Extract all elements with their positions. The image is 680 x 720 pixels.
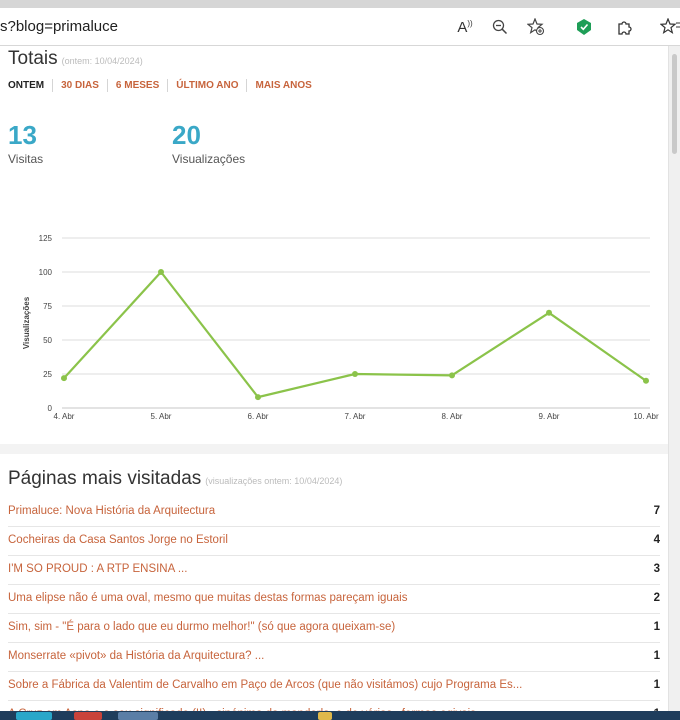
- top-page-row: I'M SO PROUD : A RTP ENSINA ... 3: [8, 556, 660, 585]
- top-page-link[interactable]: I'M SO PROUD : A RTP ENSINA ...: [8, 563, 187, 575]
- totals-subtitle: (ontem: 10/04/2024): [61, 56, 143, 66]
- data-point: [546, 309, 552, 316]
- top-page-link[interactable]: Sim, sim - "É para o lado que eu durmo m…: [8, 621, 395, 633]
- top-page-row: Monserrate «pivot» da História da Arquit…: [8, 643, 660, 672]
- folder-icon[interactable]: [318, 712, 332, 720]
- data-point: [352, 371, 358, 377]
- top-page-row: Sobre a Fábrica da Valentim de Carvalho …: [8, 672, 660, 701]
- series-line: [63, 270, 647, 399]
- x-tick-label: 7. Abr: [345, 412, 366, 421]
- y-tick-label: 100: [39, 268, 53, 277]
- data-point: [255, 394, 261, 401]
- taskbar-app-icon[interactable]: [118, 712, 158, 720]
- top-pages-heading: Páginas mais visitadas (visualizações ont…: [8, 468, 342, 490]
- y-tick-label: 0: [48, 404, 53, 413]
- x-tick-label: 5. Abr: [151, 412, 172, 421]
- os-taskbar: [0, 711, 680, 720]
- views-stat: 20 Visualizações: [172, 120, 245, 166]
- visits-value: 13: [8, 120, 37, 150]
- top-page-row: Cocheiras da Casa Santos Jorge no Estori…: [8, 527, 660, 556]
- top-page-count: 1: [653, 621, 660, 633]
- totals-heading: Totais (ontem: 10/04/2024): [8, 48, 143, 70]
- top-pages-panel: Páginas mais visitadas (visualizações ont…: [0, 454, 668, 720]
- top-page-link[interactable]: Cocheiras da Casa Santos Jorge no Estori…: [8, 534, 228, 546]
- top-pages-subtitle: (visualizações ontem: 10/04/2024): [205, 476, 343, 486]
- y-tick-label: 50: [43, 336, 52, 345]
- y-tick-label: 125: [39, 234, 53, 243]
- data-point: [61, 375, 67, 382]
- top-page-count: 2: [653, 592, 660, 604]
- visits-stat: 13 Visitas: [8, 120, 43, 166]
- top-page-count: 1: [653, 679, 660, 691]
- x-tick-label: 8. Abr: [442, 412, 463, 421]
- address-bar: s?blog=primaluce A)): [0, 8, 680, 46]
- browser-tab-strip: [0, 0, 680, 8]
- top-page-link[interactable]: Uma elipse não é uma oval, mesmo que mui…: [8, 592, 408, 604]
- x-tick-label: 9. Abr: [539, 412, 560, 421]
- tab-6-meses[interactable]: 6 MESES: [106, 79, 167, 92]
- top-pages-title: Páginas mais visitadas: [8, 468, 202, 489]
- page-content: Totais (ontem: 10/04/2024) ONTEM 30 DIAS …: [0, 46, 668, 720]
- top-page-row: Uma elipse não é uma oval, mesmo que mui…: [8, 585, 660, 614]
- extension-shield-icon[interactable]: [574, 17, 594, 37]
- top-pages-list: Primaluce: Nova História da Arquitectura…: [0, 498, 668, 720]
- top-page-count: 7: [653, 505, 660, 517]
- views-label: Visualizações: [172, 152, 246, 166]
- data-point: [158, 269, 164, 275]
- y-axis-label: Visualizações: [22, 296, 31, 349]
- taskbar-app-icon[interactable]: [74, 712, 102, 720]
- x-tick-label: 6. Abr: [248, 412, 269, 421]
- x-tick-label: 10. Abr: [633, 412, 659, 421]
- top-page-link[interactable]: Primaluce: Nova História da Arquitectura: [8, 505, 215, 517]
- totals-title: Totais: [8, 48, 58, 69]
- visits-label: Visitas: [8, 152, 44, 166]
- y-tick-label: 25: [43, 370, 52, 379]
- scrollbar-thumb[interactable]: [672, 54, 677, 154]
- y-tick-label: 75: [43, 302, 52, 311]
- extensions-puzzle-icon[interactable]: [615, 17, 635, 37]
- period-tabs: ONTEM 30 DIAS 6 MESES ÚLTIMO ANO MAIS AN…: [8, 79, 320, 92]
- x-tick-label: 4. Abr: [54, 412, 75, 421]
- top-page-count: 1: [653, 650, 660, 662]
- taskbar-app-icon[interactable]: [16, 712, 52, 720]
- top-page-row: Sim, sim - "É para o lado que eu durmo m…: [8, 614, 660, 643]
- top-page-row: Primaluce: Nova História da Arquitectura…: [8, 498, 660, 527]
- data-point: [449, 372, 455, 379]
- tab-mais-anos[interactable]: MAIS ANOS: [246, 79, 319, 92]
- favorites-icon[interactable]: [660, 17, 680, 37]
- top-page-count: 3: [653, 563, 660, 575]
- zoom-out-icon[interactable]: [490, 17, 510, 37]
- totals-panel: Totais (ontem: 10/04/2024) ONTEM 30 DIAS …: [0, 46, 668, 444]
- top-page-link[interactable]: Monserrate «pivot» da História da Arquit…: [8, 650, 264, 662]
- add-favorite-icon[interactable]: [526, 17, 546, 37]
- read-aloud-icon[interactable]: A)): [455, 17, 475, 37]
- data-point: [643, 377, 649, 384]
- tab-30-dias[interactable]: 30 DIAS: [52, 79, 107, 92]
- page-scrollbar[interactable]: [668, 46, 680, 711]
- views-value: 20: [172, 120, 201, 150]
- tab-ontem[interactable]: ONTEM: [8, 79, 52, 92]
- top-page-link[interactable]: Sobre a Fábrica da Valentim de Carvalho …: [8, 679, 522, 691]
- url-field[interactable]: s?blog=primaluce: [0, 18, 118, 35]
- top-page-count: 4: [653, 534, 660, 546]
- tab-ultimo-ano[interactable]: ÚLTIMO ANO: [167, 79, 246, 92]
- views-line-chart: 0 25 50 75 100 125 4. Abr 5. Abr 6. Abr 7. Abr 8. …: [22, 234, 659, 421]
